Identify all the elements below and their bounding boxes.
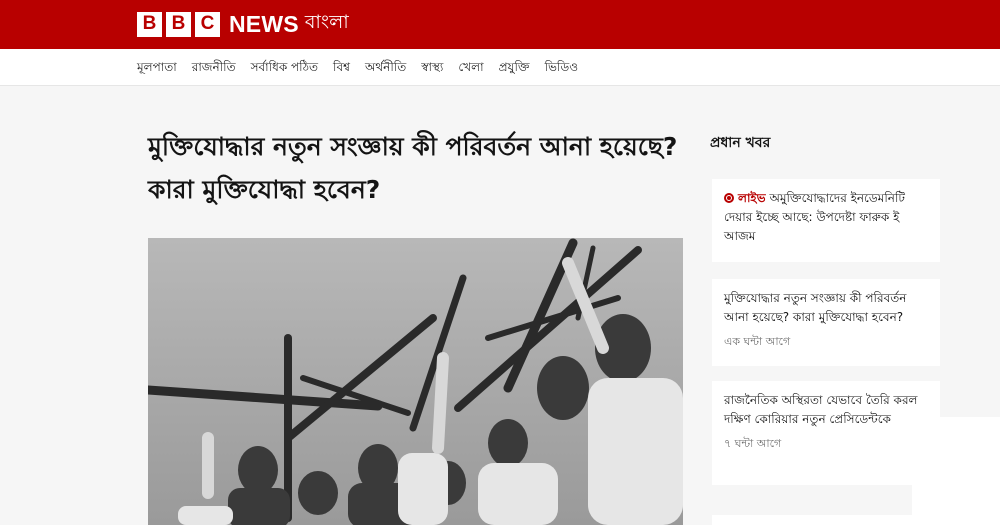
story-time-2: এক ঘন্টা আগে [724,335,791,348]
top-story-card-2[interactable]: মুক্তিযোদ্ধার নতুন সংজ্ঞায় কী পরিবর্তন … [712,279,940,366]
nav-item-video[interactable]: ভিডিও [545,59,578,79]
top-story-card-3[interactable]: রাজনৈতিক অস্থিরতা যেভাবে তৈরি করল দক্ষিণ… [712,381,940,485]
article-headline: মুক্তিযোদ্ধার নতুন সংজ্ঞায় কী পরিবর্তন … [148,132,678,204]
live-icon [724,193,734,203]
logo-language-text: বাংলা [304,11,349,33]
article-hero-image [148,238,683,525]
story-text-1: লাইভ অমুক্তিযোদ্ধাদের ইনডেমনিটি দেয়ার ই… [724,189,928,246]
nav-item-most-read[interactable]: সর্বাধিক পঠিত [251,59,318,79]
freedom-fighters-photo [148,238,683,525]
story-headline-2[interactable]: মুক্তিযোদ্ধার নতুন সংজ্ঞায় কী পরিবর্তন … [724,289,928,327]
nav-item-home[interactable]: মূলপাতা [137,59,177,79]
nav-menu: মূলপাতা রাজনীতি সর্বাধিক পঠিত বিশ্ব অর্থ… [137,59,578,79]
logo-letter-b2: B [166,11,191,37]
sidebar-title: প্রধান খবর [710,135,771,151]
story-time-3: ৭ ঘন্টা আগে [724,437,782,450]
navigation-bar: মূলপাতা রাজনীতি সর্বাধিক পঠিত বিশ্ব অর্থ… [0,49,1000,86]
next-card-edge [712,515,912,525]
nav-item-economy[interactable]: অর্থনীতি [365,59,406,79]
logo-letter-b1: B [137,11,162,37]
logo-news-text: NEWS [229,10,299,37]
nav-item-politics[interactable]: রাজনীতি [192,59,236,79]
bbc-news-bangla-logo[interactable]: B B C NEWS বাংলা [137,10,349,38]
logo-letter-c: C [195,11,220,37]
overlay-panel [912,417,1000,525]
story-headline-3[interactable]: রাজনৈতিক অস্থিরতা যেভাবে তৈরি করল দক্ষিণ… [724,391,928,429]
top-bar: B B C NEWS বাংলা [0,0,1000,49]
nav-item-technology[interactable]: প্রযুক্তি [499,59,530,79]
top-story-card-1[interactable]: লাইভ অমুক্তিযোদ্ধাদের ইনডেমনিটি দেয়ার ই… [712,179,940,262]
live-label: লাইভ [738,191,766,205]
nav-item-health[interactable]: স্বাস্থ্য [421,59,443,79]
nav-item-world[interactable]: বিশ্ব [333,59,350,79]
nav-item-sports[interactable]: খেলা [458,59,483,79]
